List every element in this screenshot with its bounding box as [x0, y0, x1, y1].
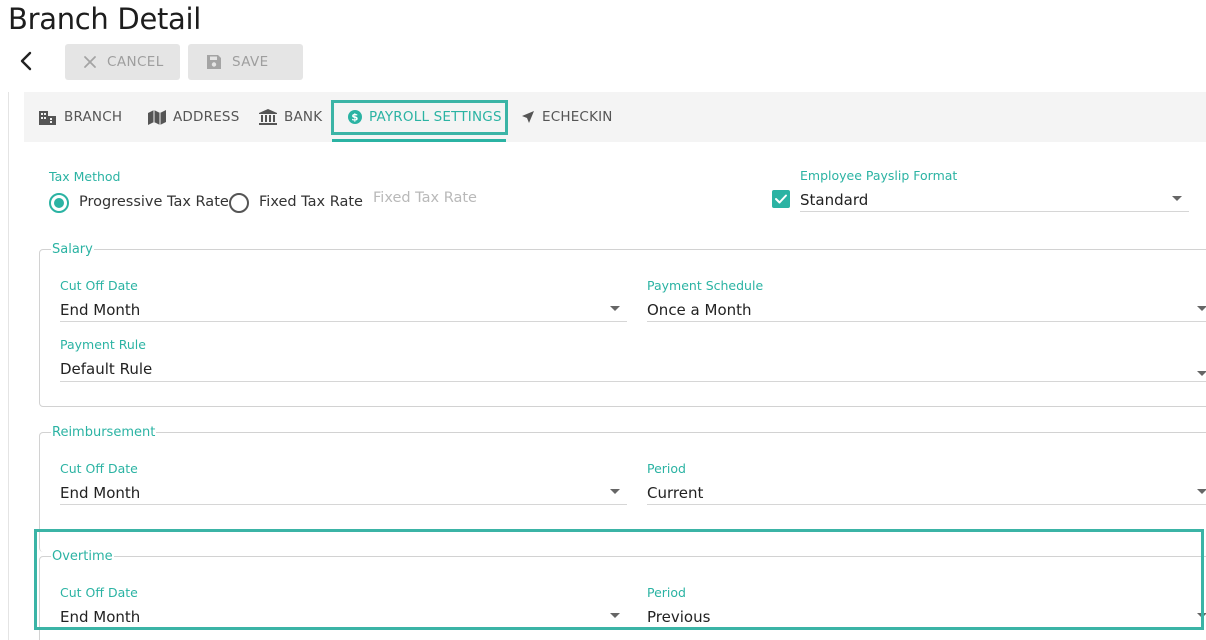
salary-payment-schedule-label: Payment Schedule: [647, 278, 764, 293]
payslip-underline: [800, 211, 1189, 212]
chevron-down-icon: [1197, 371, 1206, 376]
payslip-format-select[interactable]: Standard: [800, 191, 868, 209]
bank-icon: [259, 109, 277, 125]
tab-branch-label: BRANCH: [64, 109, 123, 125]
chevron-down-icon: [1172, 196, 1182, 201]
salary-payment-rule-label: Payment Rule: [60, 337, 146, 352]
salary-payment-schedule-underline: [647, 321, 1206, 322]
cancel-button-label: CANCEL: [107, 54, 164, 70]
fixed-tax-rate-input[interactable]: Fixed Tax Rate: [373, 190, 477, 206]
active-tab-indicator: [332, 139, 506, 142]
tab-highlight-box: [331, 100, 508, 135]
reimbursement-period-underline: [647, 504, 1206, 505]
payslip-checkbox[interactable]: [772, 190, 790, 208]
salary-payment-schedule-select[interactable]: Once a Month: [647, 301, 752, 319]
map-icon: [148, 109, 166, 125]
reimbursement-cut-off-underline: [60, 504, 627, 505]
progressive-tax-radio[interactable]: [49, 193, 69, 213]
floppy-disk-icon: [207, 55, 221, 69]
back-button[interactable]: [14, 48, 40, 74]
reimbursement-legend: Reimbursement: [51, 425, 157, 440]
fixed-tax-label: Fixed Tax Rate: [259, 194, 363, 210]
tax-method-label: Tax Method: [49, 169, 121, 184]
tab-address[interactable]: ADDRESS: [148, 92, 239, 142]
chevron-down-icon: [610, 306, 620, 311]
salary-cut-off-underline: [60, 321, 627, 322]
progressive-tax-label: Progressive Tax Rate: [79, 194, 229, 210]
close-icon: [84, 56, 96, 68]
tab-bank[interactable]: BANK: [259, 92, 322, 142]
salary-cut-off-select[interactable]: End Month: [60, 301, 140, 319]
reimbursement-cut-off-select[interactable]: End Month: [60, 484, 140, 502]
salary-legend: Salary: [51, 242, 94, 257]
reimbursement-period-label: Period: [647, 461, 686, 476]
tab-branch[interactable]: BRANCH: [39, 92, 122, 142]
tab-bank-label: BANK: [284, 109, 323, 125]
cancel-button[interactable]: CANCEL: [65, 44, 180, 80]
chevron-down-icon: [1197, 489, 1206, 494]
payslip-format-label: Employee Payslip Format: [800, 168, 958, 183]
building-icon: [39, 110, 56, 125]
salary-section: [39, 249, 1206, 407]
overtime-highlight-box: [34, 529, 1204, 630]
save-button-label: SAVE: [232, 54, 269, 70]
navigation-arrow-icon: [522, 111, 534, 123]
fixed-tax-radio[interactable]: [229, 193, 249, 213]
check-icon: [775, 194, 787, 204]
chevron-down-icon: [1197, 306, 1206, 311]
tab-echeckin[interactable]: ECHECKIN: [521, 92, 613, 142]
chevron-down-icon: [610, 489, 620, 494]
reimbursement-period-select[interactable]: Current: [647, 484, 703, 502]
tab-address-label: ADDRESS: [173, 109, 240, 125]
reimbursement-cut-off-label: Cut Off Date: [60, 461, 138, 476]
chevron-left-icon: [20, 51, 32, 71]
salary-payment-rule-select[interactable]: Default Rule: [60, 360, 152, 378]
save-button[interactable]: SAVE: [188, 44, 303, 80]
salary-payment-rule-underline: [60, 381, 1206, 382]
page-title: Branch Detail: [8, 2, 202, 36]
page-divider: [8, 92, 9, 640]
tab-echeckin-label: ECHECKIN: [542, 109, 613, 125]
tab-bar: BRANCH ADDRESS BANK $ PAYROLL SETTINGS E…: [24, 92, 1206, 142]
salary-cut-off-label: Cut Off Date: [60, 278, 138, 293]
